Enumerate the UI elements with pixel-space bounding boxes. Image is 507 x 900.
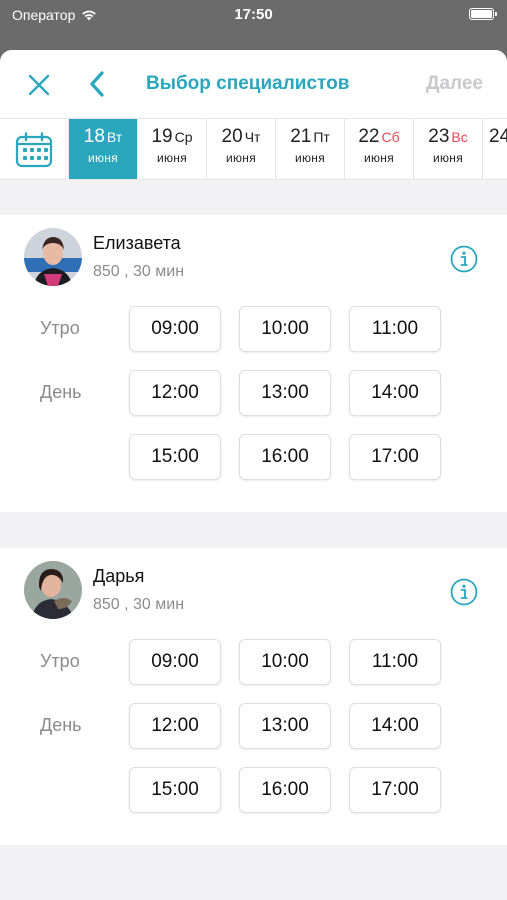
chevron-left-icon (90, 71, 104, 97)
specialist-card: Елизавета 850 , 30 мин Утро 09:00 10:00 … (0, 215, 507, 512)
time-slot[interactable]: 14:00 (349, 370, 441, 416)
time-slot[interactable]: 15:00 (129, 767, 221, 813)
specialist-price-duration: 850 , 30 мин (93, 263, 185, 280)
date-item-18[interactable]: 18 Вт июня (69, 119, 138, 179)
time-slot[interactable]: 16:00 (239, 767, 331, 813)
date-number: 20 (221, 126, 243, 147)
date-number: 18 (83, 126, 105, 147)
time-slot[interactable]: 12:00 (129, 370, 221, 416)
date-number: 19 (151, 126, 173, 147)
day-label: День (40, 715, 82, 735)
morning-label: Утро (40, 318, 80, 338)
date-weekday: Чт (244, 129, 261, 145)
date-month: июня (294, 151, 326, 165)
date-number: 24 (489, 126, 507, 147)
date-month: июня (156, 151, 188, 165)
specialist-name: Елизавета (93, 233, 181, 253)
time-slot[interactable]: 10:00 (239, 639, 331, 685)
status-bar: Оператор 17:50 (0, 0, 507, 30)
close-icon (28, 74, 50, 96)
time-slot[interactable]: 09:00 (129, 639, 221, 685)
morning-label: Утро (40, 651, 80, 671)
date-item-19[interactable]: 19 Ср июня (138, 119, 207, 179)
time-slot[interactable]: 13:00 (239, 370, 331, 416)
time-slot[interactable]: 10:00 (239, 306, 331, 352)
date-weekday: Вт (106, 129, 123, 145)
calendar-icon (15, 132, 53, 168)
date-weekday: Вс (451, 129, 468, 145)
time-slot[interactable]: 17:00 (349, 434, 441, 480)
date-month: июня (87, 151, 119, 165)
date-item-23[interactable]: 23 Вс июня (414, 119, 483, 179)
time-slot[interactable]: 11:00 (349, 306, 441, 352)
date-weekday: Ср (174, 129, 193, 145)
time-slot[interactable]: 17:00 (349, 767, 441, 813)
specialist-selection-sheet: Выбор специалистов Далее 18 Вт июня 19 Ср … (0, 50, 507, 900)
date-number: 23 (428, 126, 450, 147)
close-button[interactable] (24, 70, 54, 100)
battery-icon (469, 8, 497, 20)
calendar-button[interactable] (0, 119, 69, 179)
avatar (24, 228, 82, 286)
time-slot[interactable]: 14:00 (349, 703, 441, 749)
page-title: Выбор специалистов (146, 73, 350, 94)
date-picker-strip: 18 Вт июня 19 Ср июня 20 Чт июня 21 Пт июня … (0, 118, 507, 180)
status-time: 17:50 (234, 6, 273, 23)
date-number: 22 (358, 126, 380, 147)
date-number: 21 (290, 126, 312, 147)
specialist-name: Дарья (93, 566, 145, 586)
day-label: День (40, 382, 82, 402)
date-month: июня (225, 151, 257, 165)
info-button[interactable] (450, 578, 478, 606)
navigation-bar: Выбор специалистов Далее (0, 50, 507, 118)
specialist-card: Дарья 850 , 30 мин Утро 09:00 10:00 11:0… (0, 548, 507, 845)
time-slot[interactable]: 13:00 (239, 703, 331, 749)
date-item-22[interactable]: 22 Сб июня (345, 119, 414, 179)
next-button[interactable]: Далее (426, 73, 483, 95)
date-item-20[interactable]: 20 Чт июня (207, 119, 276, 179)
avatar (24, 561, 82, 619)
info-button[interactable] (450, 245, 478, 273)
time-slot[interactable]: 16:00 (239, 434, 331, 480)
date-item-24[interactable]: 24 (483, 119, 507, 179)
time-slot[interactable]: 11:00 (349, 639, 441, 685)
date-item-21[interactable]: 21 Пт июня (276, 119, 345, 179)
date-month: июня (363, 151, 395, 165)
specialist-price-duration: 850 , 30 мин (93, 596, 185, 613)
info-icon (450, 578, 478, 606)
date-weekday: Пт (313, 129, 330, 145)
time-slot[interactable]: 09:00 (129, 306, 221, 352)
info-icon (450, 245, 478, 273)
time-slot[interactable]: 12:00 (129, 703, 221, 749)
date-weekday: Сб (381, 129, 400, 145)
back-button[interactable] (84, 68, 110, 100)
date-month: июня (432, 151, 464, 165)
time-slot[interactable]: 15:00 (129, 434, 221, 480)
